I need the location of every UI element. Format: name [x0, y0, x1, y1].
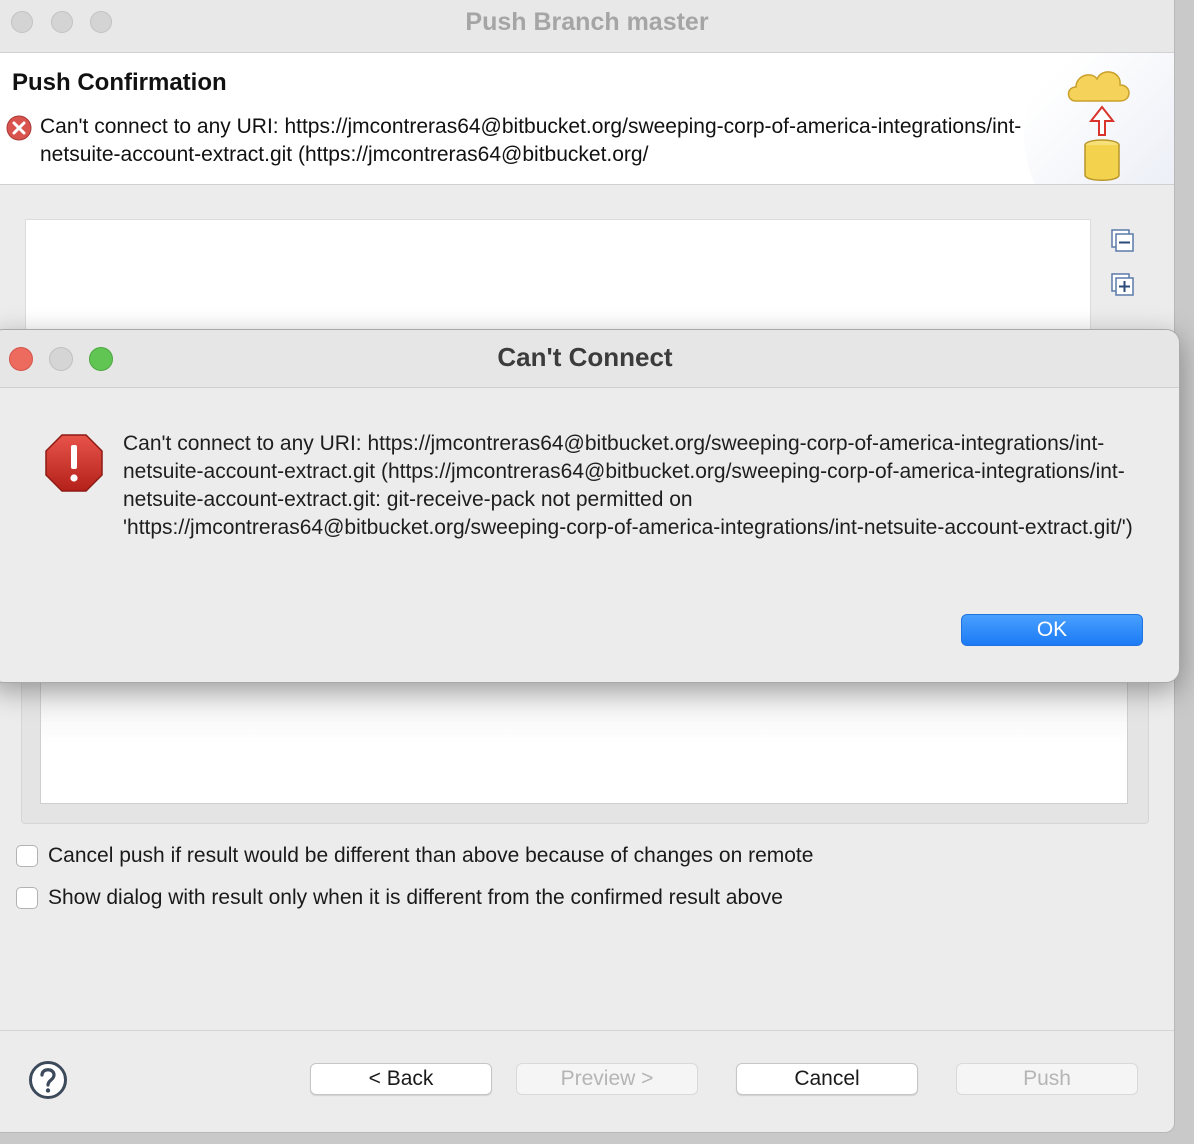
- details-text-area[interactable]: [40, 670, 1128, 804]
- back-button[interactable]: < Back: [310, 1063, 492, 1095]
- cancel-push-checkbox[interactable]: [16, 845, 38, 867]
- cant-connect-dialog: Can't Connect Can't connect to any URI: …: [0, 329, 1180, 683]
- cloud-push-icon: [1067, 71, 1130, 181]
- error-icon: [6, 115, 32, 141]
- collapse-all-icon[interactable]: [1110, 228, 1136, 254]
- expand-all-icon[interactable]: [1110, 272, 1136, 298]
- footer-divider: [0, 1030, 1174, 1031]
- dialog-titlebar: Can't Connect: [0, 330, 1179, 388]
- push-result-tree[interactable]: [25, 219, 1091, 341]
- help-icon[interactable]: [28, 1060, 68, 1100]
- dialog-message: Can't connect to any URI: https://jmcont…: [123, 432, 1133, 539]
- show-dialog-checkbox[interactable]: [16, 887, 38, 909]
- window-title: Push Branch master: [465, 8, 709, 36]
- preview-button[interactable]: Preview >: [516, 1063, 698, 1095]
- window-titlebar: Push Branch master: [0, 0, 1174, 53]
- wizard-header: Push Confirmation Can't connect to any U…: [0, 53, 1174, 185]
- cancel-button[interactable]: Cancel: [736, 1063, 918, 1095]
- dialog-title: Can't Connect: [497, 342, 673, 372]
- show-dialog-label: Show dialog with result only when it is …: [48, 886, 783, 909]
- cancel-push-label: Cancel push if result would be different…: [48, 844, 814, 867]
- stop-alert-icon: [45, 434, 103, 492]
- cancel-push-option[interactable]: Cancel push if result would be different…: [16, 843, 813, 869]
- header-title: Push Confirmation: [12, 69, 227, 96]
- ok-button[interactable]: OK: [961, 614, 1143, 646]
- header-error-message: Can't connect to any URI: https://jmcont…: [40, 115, 1022, 166]
- push-button[interactable]: Push: [956, 1063, 1138, 1095]
- show-dialog-option[interactable]: Show dialog with result only when it is …: [16, 885, 783, 911]
